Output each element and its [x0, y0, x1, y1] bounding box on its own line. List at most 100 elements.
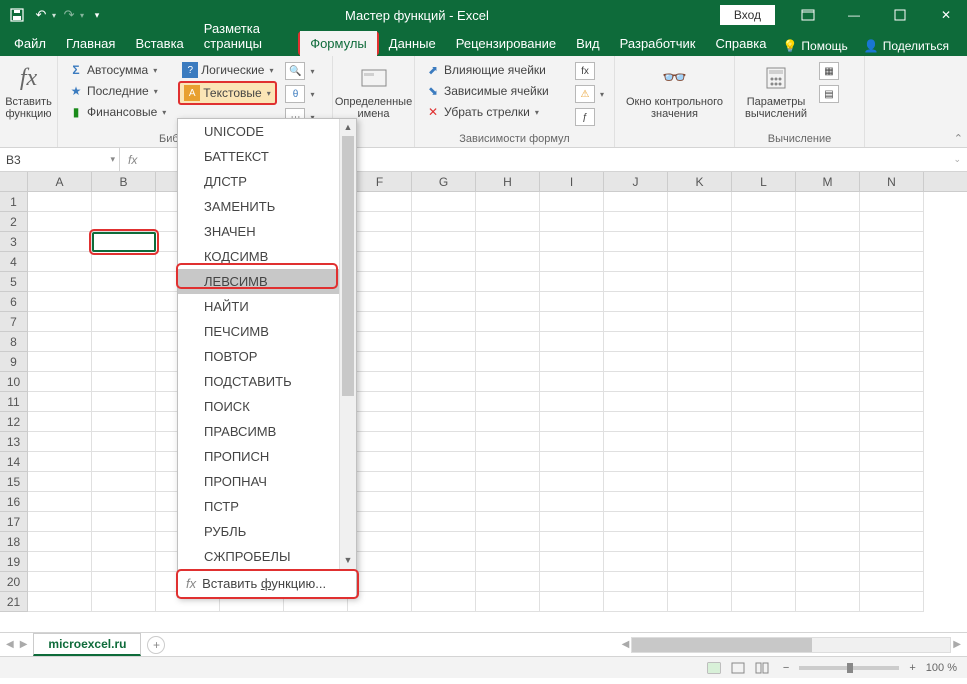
cell[interactable] [476, 512, 540, 532]
cell[interactable] [796, 592, 860, 612]
cell[interactable] [476, 592, 540, 612]
cell[interactable] [28, 492, 92, 512]
cell[interactable] [348, 292, 412, 312]
cell[interactable] [796, 292, 860, 312]
cell[interactable] [540, 432, 604, 452]
row-header[interactable]: 3 [0, 232, 28, 252]
cell[interactable] [604, 332, 668, 352]
sheet-tab-active[interactable]: microexcel.ru [33, 633, 141, 656]
cell[interactable] [860, 272, 924, 292]
cell[interactable] [732, 532, 796, 552]
cell[interactable] [604, 592, 668, 612]
cell[interactable] [92, 212, 156, 232]
cell[interactable] [92, 332, 156, 352]
cell[interactable] [412, 572, 476, 592]
cell[interactable] [412, 532, 476, 552]
cell[interactable] [668, 332, 732, 352]
cell[interactable] [796, 352, 860, 372]
insert-function-footer[interactable]: fx Вставить функцию... [178, 569, 356, 597]
dropdown-item[interactable]: НАЙТИ [178, 294, 356, 319]
cell[interactable] [668, 512, 732, 532]
cell[interactable] [604, 492, 668, 512]
cell[interactable] [604, 392, 668, 412]
cell[interactable] [348, 452, 412, 472]
cell[interactable] [476, 412, 540, 432]
collapse-ribbon-icon[interactable]: ⌃ [954, 132, 963, 145]
cell[interactable] [668, 492, 732, 512]
cell[interactable] [476, 452, 540, 472]
cell[interactable] [348, 512, 412, 532]
dropdown-item[interactable]: ЗАМЕНИТЬ [178, 194, 356, 219]
row-header[interactable]: 10 [0, 372, 28, 392]
cell[interactable] [796, 532, 860, 552]
cell[interactable] [860, 472, 924, 492]
cell[interactable] [796, 252, 860, 272]
cell[interactable] [348, 312, 412, 332]
row-header[interactable]: 8 [0, 332, 28, 352]
cell[interactable] [540, 472, 604, 492]
cell[interactable] [732, 332, 796, 352]
cell[interactable] [28, 392, 92, 412]
cell[interactable] [604, 212, 668, 232]
cell[interactable] [860, 212, 924, 232]
dropdown-item[interactable]: ПОВТОР [178, 344, 356, 369]
cell[interactable] [92, 352, 156, 372]
cell[interactable] [348, 212, 412, 232]
cell[interactable] [604, 372, 668, 392]
dropdown-item[interactable]: ПРОПИСН [178, 444, 356, 469]
watch-window-button[interactable]: 👓 Окно контрольного значения [621, 60, 728, 122]
cell[interactable] [92, 372, 156, 392]
cell[interactable] [604, 532, 668, 552]
cell[interactable] [668, 272, 732, 292]
cell[interactable] [604, 572, 668, 592]
cell[interactable] [860, 512, 924, 532]
cell[interactable] [92, 412, 156, 432]
cell[interactable] [540, 292, 604, 312]
cell[interactable] [412, 392, 476, 412]
cell[interactable] [92, 392, 156, 412]
cell[interactable] [668, 252, 732, 272]
name-box[interactable]: B3 ▾ [0, 148, 120, 171]
cell[interactable] [732, 312, 796, 332]
fx-icon[interactable]: fx [120, 153, 145, 167]
tab-data[interactable]: Данные [379, 31, 446, 56]
cell[interactable] [28, 552, 92, 572]
cell[interactable] [92, 272, 156, 292]
cell[interactable] [92, 432, 156, 452]
cell[interactable] [92, 472, 156, 492]
row-header[interactable]: 5 [0, 272, 28, 292]
cell[interactable] [92, 572, 156, 592]
minimize-icon[interactable]: — [833, 0, 875, 30]
column-header[interactable]: G [412, 172, 476, 191]
cell[interactable] [604, 252, 668, 272]
cell[interactable] [732, 292, 796, 312]
tab-file[interactable]: Файл [4, 31, 56, 56]
share-button[interactable]: 👤Поделиться [858, 36, 955, 56]
row-header[interactable]: 1 [0, 192, 28, 212]
row-header[interactable]: 9 [0, 352, 28, 372]
cell[interactable] [732, 552, 796, 572]
cell[interactable] [92, 192, 156, 212]
cell[interactable] [92, 532, 156, 552]
dropdown-item[interactable]: ПРОПНАЧ [178, 469, 356, 494]
column-header[interactable]: K [668, 172, 732, 191]
dropdown-item[interactable]: БАТТЕКСТ [178, 144, 356, 169]
tab-view[interactable]: Вид [566, 31, 610, 56]
cell[interactable] [540, 392, 604, 412]
page-break-icon[interactable] [751, 659, 773, 677]
cell[interactable] [476, 492, 540, 512]
dropdown-item[interactable]: СЖПРОБЕЛЫ [178, 544, 356, 569]
cell[interactable] [412, 412, 476, 432]
cell[interactable] [476, 252, 540, 272]
cell[interactable] [28, 332, 92, 352]
cell[interactable] [476, 552, 540, 572]
cell[interactable] [668, 472, 732, 492]
scroll-up-icon[interactable]: ▲ [340, 119, 356, 136]
sheet-nav-prev-icon[interactable]: ◀ [6, 639, 14, 650]
cell[interactable] [28, 572, 92, 592]
cell[interactable] [796, 432, 860, 452]
cell[interactable] [796, 552, 860, 572]
cell[interactable] [860, 412, 924, 432]
cell[interactable] [540, 592, 604, 612]
cell[interactable] [604, 472, 668, 492]
